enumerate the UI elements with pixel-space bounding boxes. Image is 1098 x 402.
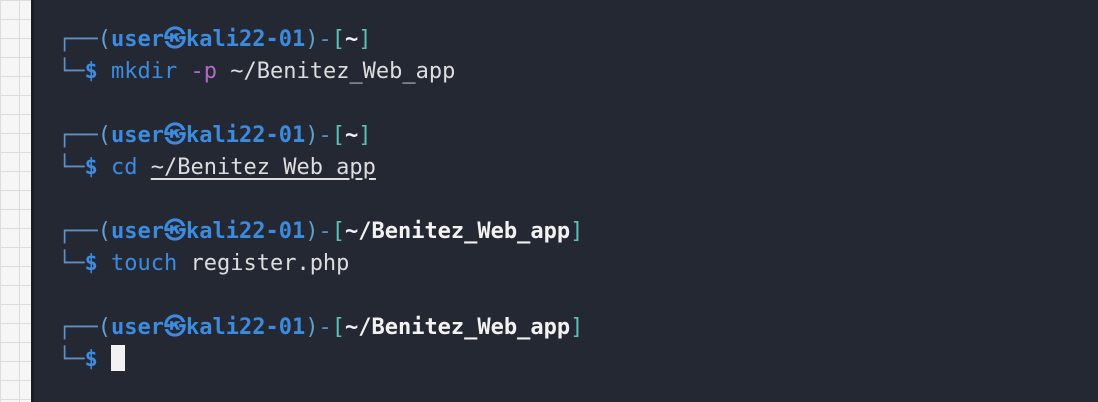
prompt-line: ┌──(user㉿kali22-01)-[~/Benitez_Web_app] — [58, 315, 584, 340]
prompt-cwd: ~/Benitez_Web_app — [344, 219, 571, 244]
command-line: └─$ cd ~/Benitez_Web_app — [58, 152, 1078, 184]
prompt-cwd: ~/Benitez_Web_app — [344, 315, 571, 340]
prompt-cwd: ~ — [344, 27, 359, 52]
terminal-entry: ┌──(user㉿kali22-01)-[~/Benitez_Web_app] … — [58, 216, 1078, 280]
prompt-cwd: ~ — [344, 123, 359, 148]
command-line: └─$ touch register.php — [58, 248, 1078, 280]
prompt-dollar: $ — [84, 347, 98, 372]
prompt-host: kali22-01 — [186, 27, 306, 52]
kali-at-icon: ㉿ — [163, 219, 186, 244]
prompt-corner-top: ┌── — [58, 123, 98, 148]
prompt-host: kali22-01 — [186, 315, 306, 340]
prompt-corner-top: ┌── — [58, 219, 98, 244]
prompt-line: ┌──(user㉿kali22-01)-[~] — [58, 27, 372, 52]
prompt-user: user — [111, 27, 164, 52]
kali-at-icon: ㉿ — [163, 27, 186, 52]
command-name: cd — [111, 155, 138, 180]
prompt-dollar: $ — [84, 155, 98, 180]
prompt-user: user — [111, 123, 164, 148]
terminal-window[interactable]: ┌──(user㉿kali22-01)-[~] └─$ mkdir -p ~/B… — [34, 0, 1098, 402]
prompt-corner-top: ┌── — [58, 27, 98, 52]
prompt-corner-bottom: └─ — [58, 59, 85, 84]
command-name: touch — [111, 251, 178, 276]
prompt-line: ┌──(user㉿kali22-01)-[~] — [58, 123, 372, 148]
command-argument: ~/Benitez_Web_app — [230, 59, 456, 84]
prompt-line: ┌──(user㉿kali22-01)-[~/Benitez_Web_app] — [58, 219, 584, 244]
kali-at-icon: ㉿ — [163, 123, 186, 148]
kali-at-icon: ㉿ — [163, 315, 186, 340]
prompt-dollar: $ — [84, 59, 98, 84]
command-input-line[interactable]: └─$ — [58, 344, 1078, 376]
prompt-dollar: $ — [84, 251, 98, 276]
command-line: └─$ mkdir -p ~/Benitez_Web_app — [58, 56, 1078, 88]
terminal-entry-active: ┌──(user㉿kali22-01)-[~/Benitez_Web_app] … — [58, 312, 1078, 376]
command-flag: -p — [190, 59, 217, 84]
prompt-host: kali22-01 — [186, 219, 306, 244]
prompt-user: user — [111, 315, 164, 340]
text-cursor — [111, 345, 125, 371]
background-grid — [0, 0, 31, 402]
terminal-entry: ┌──(user㉿kali22-01)-[~] └─$ cd ~/Benitez… — [58, 120, 1078, 184]
prompt-corner-bottom: └─ — [58, 251, 85, 276]
command-argument: register.php — [190, 251, 350, 276]
prompt-user: user — [111, 219, 164, 244]
prompt-corner-bottom: └─ — [58, 155, 85, 180]
prompt-corner-bottom: └─ — [58, 347, 85, 372]
terminal-entry: ┌──(user㉿kali22-01)-[~] └─$ mkdir -p ~/B… — [58, 24, 1078, 88]
prompt-corner-top: ┌── — [58, 315, 98, 340]
prompt-host: kali22-01 — [186, 123, 306, 148]
command-argument-path: ~/Benitez_Web_app — [150, 155, 376, 180]
command-name: mkdir — [111, 59, 178, 84]
